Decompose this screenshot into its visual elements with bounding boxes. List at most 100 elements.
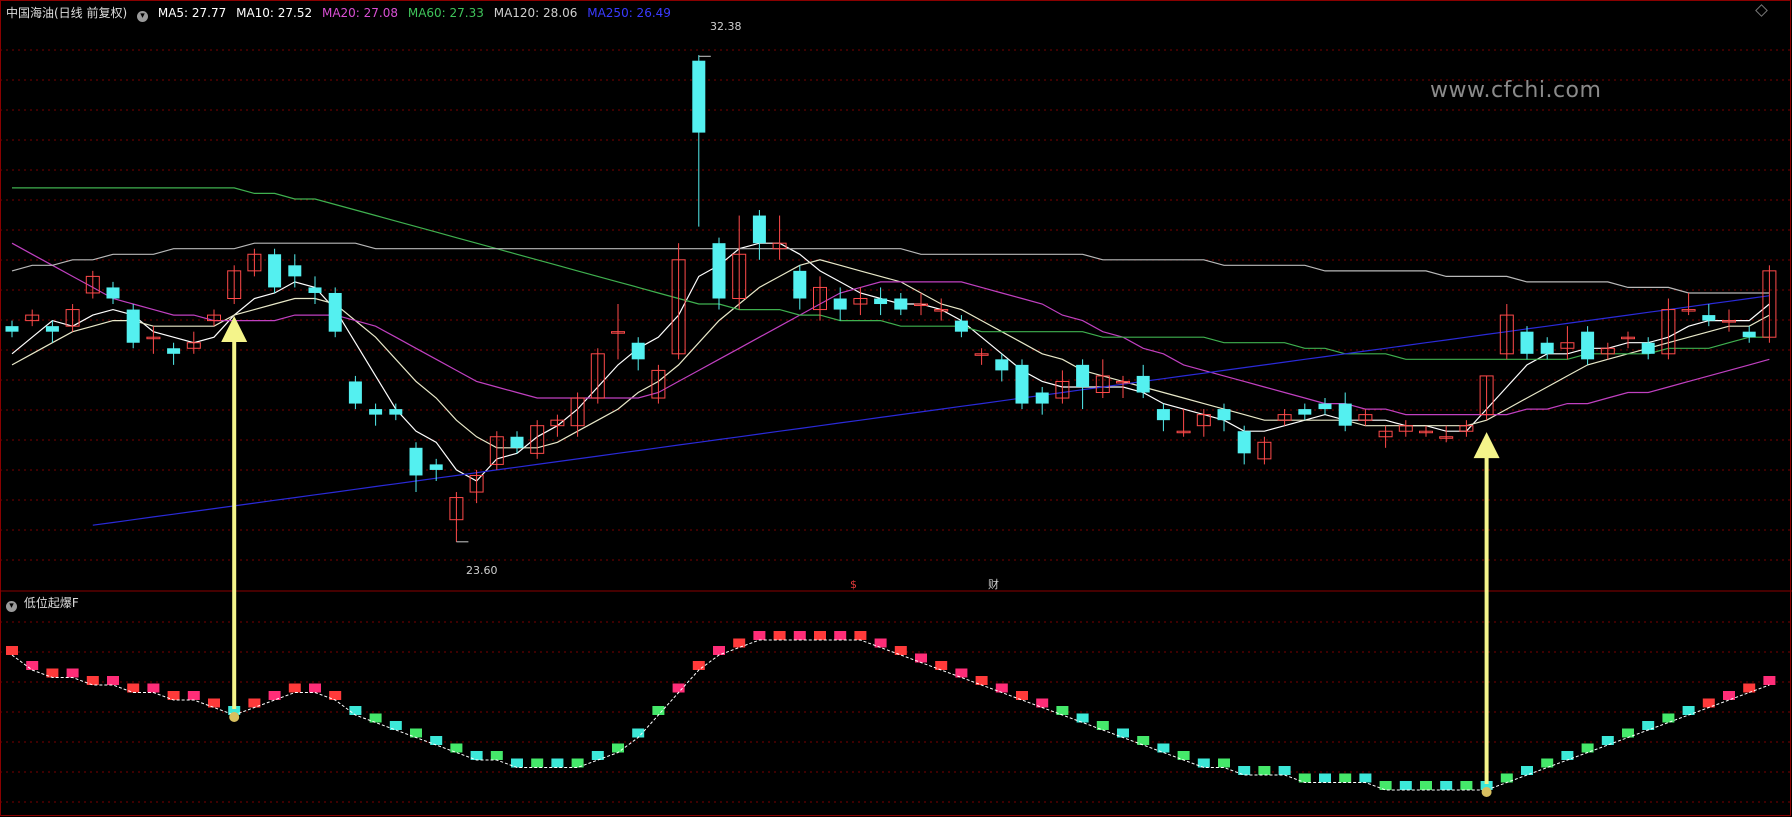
candle-body xyxy=(752,215,766,244)
candle-body xyxy=(1641,342,1655,354)
candle-body xyxy=(1156,409,1170,421)
indicator-bar xyxy=(773,631,786,640)
indicator-title-bar: ▾ 低位起爆F xyxy=(6,594,79,612)
indicator-bar xyxy=(309,683,321,693)
indicator-bar xyxy=(1016,691,1028,700)
candle-body xyxy=(712,243,726,299)
indicator-bar xyxy=(26,661,39,670)
indicator-bar xyxy=(1359,773,1372,783)
indicator-bar xyxy=(733,638,746,648)
candle-body xyxy=(510,436,524,448)
candlesticks xyxy=(5,55,1777,543)
indicator-bar xyxy=(1278,766,1291,775)
stock-chart: 32.38 23.60 $ 财 xyxy=(0,0,1792,816)
indicator-bar xyxy=(1682,706,1695,715)
indicator-bar xyxy=(1319,773,1331,783)
indicator-bar xyxy=(490,751,503,760)
indicator-bar xyxy=(874,638,887,648)
indicator-bar xyxy=(369,713,382,723)
candle-body xyxy=(894,298,908,310)
indicator-bar xyxy=(1743,683,1756,693)
candle-body xyxy=(389,409,403,415)
indicator-bar xyxy=(86,676,99,685)
indicator-bar xyxy=(591,751,604,760)
candle-body xyxy=(1298,409,1312,415)
indicator-bar xyxy=(814,631,826,640)
candle-body xyxy=(1742,331,1756,338)
indicator-bar xyxy=(854,631,867,640)
indicator-bar xyxy=(1137,736,1150,745)
candle-body xyxy=(328,292,342,332)
ma-line-ma250 xyxy=(92,295,1770,526)
event-mark-finance: 财 xyxy=(988,577,999,591)
candle-body xyxy=(369,409,383,415)
candle-body xyxy=(167,348,181,354)
legend-ma20: MA20: 27.08 xyxy=(321,6,399,20)
indicator-bar xyxy=(430,736,443,745)
candle-body xyxy=(429,464,443,470)
candle-body xyxy=(1581,331,1595,360)
indicator-bar xyxy=(147,683,160,693)
candle-body xyxy=(1338,403,1352,426)
indicator-bar xyxy=(1420,781,1432,790)
chevron-down-icon[interactable]: ▾ xyxy=(137,11,149,22)
legend-ma120: MA120: 28.06 xyxy=(493,6,578,20)
legend-ma60: MA60: 27.33 xyxy=(407,6,484,20)
legend-ma5: MA5: 27.77 xyxy=(157,6,227,20)
candle-body xyxy=(288,265,302,277)
indicator-bar xyxy=(1460,781,1473,790)
signal-arrow-head xyxy=(1473,432,1500,459)
moving-average-lines xyxy=(11,187,1770,526)
indicator-bar xyxy=(834,631,847,640)
candle-body xyxy=(348,381,362,404)
indicator-bar xyxy=(1763,676,1776,685)
indicator-bar xyxy=(208,698,220,708)
candle-body xyxy=(409,447,423,476)
indicator-bar xyxy=(551,758,564,768)
indicator-bar xyxy=(1218,758,1230,768)
indicator-bar xyxy=(1541,758,1554,768)
candle-body xyxy=(1520,331,1534,354)
indicator-line xyxy=(11,639,1770,791)
candle-body xyxy=(1702,315,1716,321)
ma-legend: 中国海油(日线 前复权) ▾ MA5: 27.77 MA10: 27.52 MA… xyxy=(6,4,677,22)
price-low-label: 23.60 xyxy=(466,564,498,577)
indicator-bar xyxy=(1399,781,1412,790)
indicator-bar xyxy=(955,668,968,678)
indicator-bar xyxy=(1379,781,1392,790)
signal-arrows xyxy=(221,316,1500,797)
indicator-title: 低位起爆F xyxy=(23,596,79,610)
candle-body xyxy=(45,326,59,332)
indicator-bars xyxy=(6,631,1776,791)
indicator-bar xyxy=(672,683,685,693)
chevron-down-icon[interactable]: ▾ xyxy=(6,601,17,612)
indicator-bar xyxy=(531,758,544,768)
indicator-bar xyxy=(288,683,301,693)
candle-body xyxy=(1136,375,1150,393)
candle-body xyxy=(793,270,807,299)
candle-body xyxy=(106,287,120,299)
indicator-bar xyxy=(66,668,79,678)
indicator-bar xyxy=(995,683,1008,693)
indicator-bar xyxy=(935,661,948,670)
indicator-bar xyxy=(793,631,806,640)
candle-body xyxy=(1015,364,1029,404)
signal-dot xyxy=(1481,787,1492,797)
indicator-bar xyxy=(187,691,200,700)
watermark: www.cfchi.com xyxy=(1430,78,1602,103)
indicator-bar xyxy=(1339,773,1352,783)
indicator-bar xyxy=(612,743,624,753)
candle-body xyxy=(995,359,1009,371)
candle-body xyxy=(1076,364,1090,387)
price-high-label: 32.38 xyxy=(710,20,742,33)
indicator-bar xyxy=(349,706,362,715)
indicator-bar xyxy=(1662,713,1675,723)
indicator-bar xyxy=(1076,713,1089,723)
security-name: 中国海油(日线 前复权) xyxy=(6,6,128,20)
indicator-bar xyxy=(6,646,18,655)
indicator-bar xyxy=(107,676,119,685)
candle-body xyxy=(126,309,140,343)
candle-body xyxy=(874,298,888,305)
legend-ma10: MA10: 27.52 xyxy=(236,6,313,20)
candle-body xyxy=(308,287,322,293)
